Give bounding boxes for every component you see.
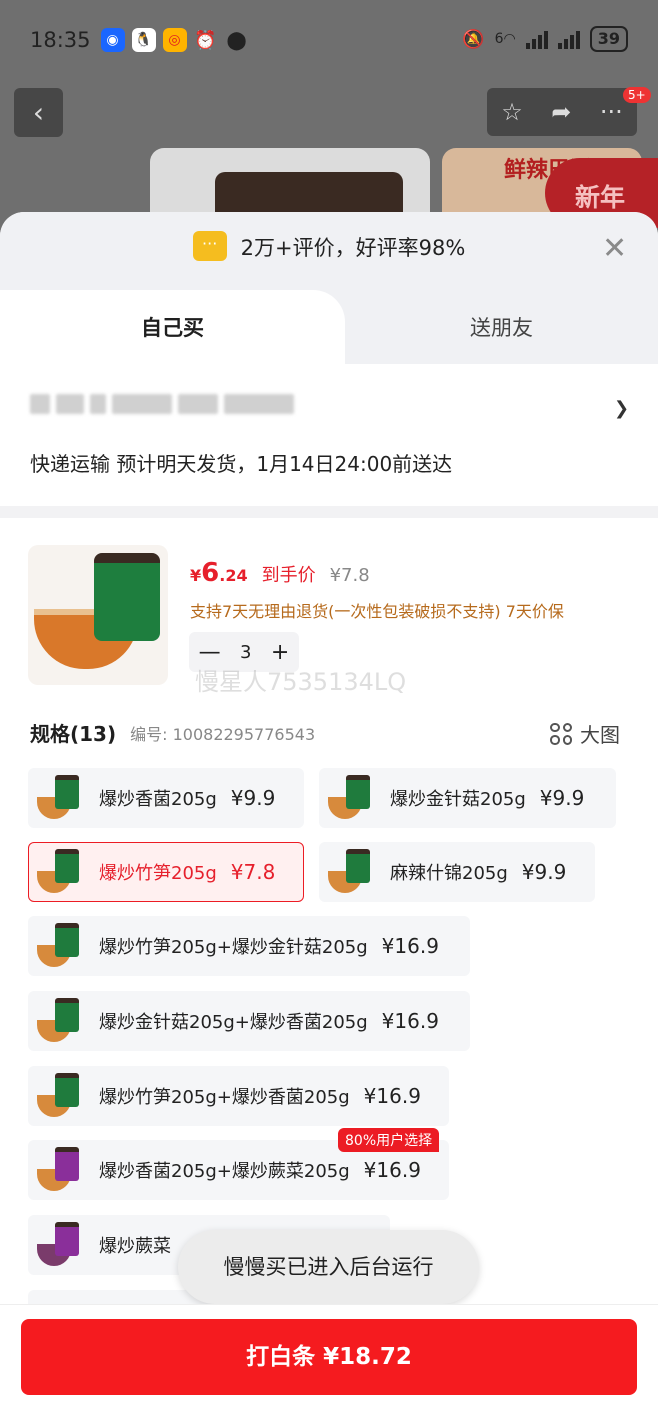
spec-title: 规格(13): [30, 722, 117, 746]
option-thumbnail: [35, 1145, 85, 1195]
option-thumbnail: [35, 996, 85, 1046]
chevron-left-icon: ‹: [32, 96, 45, 129]
battery-icon: 39: [589, 26, 628, 52]
watermark: 慢星人7535134LQ: [195, 668, 407, 696]
option-thumbnail: [35, 921, 85, 971]
alarm-icon: ⏰: [194, 29, 217, 51]
spec-option[interactable]: 爆炒金针菇205g+爆炒香菌205g ¥16.9: [28, 991, 470, 1051]
price-row: ¥6.24 到手价 ¥7.8: [190, 558, 370, 588]
signal-icon: [525, 29, 548, 49]
background-jar-lid: [215, 172, 403, 212]
tab-buy-for-self[interactable]: 自己买: [0, 290, 345, 366]
location-icon: ⬤: [226, 29, 247, 51]
spec-header: 规格(13) 编号: 10082295776543: [30, 718, 630, 747]
star-icon[interactable]: ☆: [501, 98, 523, 126]
option-thumbnail: [326, 847, 376, 897]
spec-option[interactable]: 爆炒金针菇205g ¥9.9: [319, 768, 616, 828]
review-text: 2万+评价，好评率98%: [240, 236, 466, 260]
purchase-sheet: ··· 2万+评价，好评率98% ✕ 自己买 送朋友 ❯ 快递运输 预计明天发货，…: [0, 212, 658, 1416]
header-actions: ☆ ➦ ···: [487, 88, 637, 136]
status-indicators: 🔕 6◠ 39: [462, 26, 628, 52]
chevron-right-icon[interactable]: ❯: [614, 398, 629, 419]
product-code: 编号: 10082295776543: [130, 724, 316, 744]
shipping-info: 快递运输 预计明天发货，1月14日24:00前送达: [30, 452, 453, 476]
minus-icon[interactable]: —: [199, 640, 221, 665]
quantity-value[interactable]: 3: [240, 642, 251, 663]
review-summary: ··· 2万+评价，好评率98%: [0, 231, 658, 264]
grid-icon: [550, 722, 572, 745]
chat-bubble-icon: ···: [192, 231, 227, 261]
popular-tag: 80%用户选择: [338, 1128, 440, 1152]
signal2-icon: [557, 29, 580, 49]
service-guarantee: 支持7天无理由退货(一次性包装破损不支持) 7天价保: [190, 602, 564, 621]
final-price-label: 到手价: [261, 565, 316, 586]
option-thumbnail: [326, 773, 376, 823]
section-divider: [0, 506, 658, 518]
final-price: ¥6.24: [190, 558, 248, 588]
spec-option[interactable]: 爆炒竹笋205g+爆炒金针菇205g ¥16.9: [28, 916, 470, 976]
back-button[interactable]: ‹: [14, 88, 63, 137]
mute-icon: 🔕: [462, 28, 485, 50]
product-image[interactable]: [28, 545, 168, 685]
tab-gift-friend[interactable]: 送朋友: [345, 290, 658, 366]
plus-icon[interactable]: +: [271, 640, 289, 665]
bottom-bar: 打白条 ¥18.72: [0, 1304, 658, 1416]
buy-with-baitiao-button[interactable]: 打白条 ¥18.72: [21, 1319, 637, 1395]
status-bar: 18:35 ◉ 🐧 ◎ ⏰ ⬤ 🔕 6◠ 39: [0, 0, 658, 80]
spec-option[interactable]: 麻辣什锦205g ¥9.9: [319, 842, 595, 902]
option-thumbnail: [35, 847, 85, 897]
toast-message: 慢慢买已进入后台运行: [178, 1230, 479, 1304]
original-price: ¥7.8: [329, 565, 370, 586]
close-icon[interactable]: ✕: [602, 234, 627, 264]
option-thumbnail: [35, 773, 85, 823]
more-icon[interactable]: ···: [600, 98, 623, 126]
message-badge: 5+: [623, 87, 651, 103]
option-thumbnail: [35, 1071, 85, 1121]
big-picture-toggle[interactable]: 大图: [550, 719, 620, 748]
spec-option-selected[interactable]: 爆炒竹笋205g ¥7.8: [28, 842, 304, 902]
browser-icon: ◉: [100, 28, 125, 52]
address-blurred[interactable]: [30, 394, 320, 424]
spec-option[interactable]: 爆炒香菌205g ¥9.9: [28, 768, 304, 828]
weibo-icon: ◎: [162, 28, 187, 52]
status-time: 18:35: [30, 28, 91, 52]
share-icon[interactable]: ➦: [551, 98, 571, 126]
wifi-icon: 6◠: [494, 31, 516, 47]
qq-icon: 🐧: [131, 28, 156, 52]
spec-option[interactable]: 爆炒竹笋205g+爆炒香菌205g ¥16.9: [28, 1066, 449, 1126]
option-thumbnail: [35, 1220, 85, 1270]
